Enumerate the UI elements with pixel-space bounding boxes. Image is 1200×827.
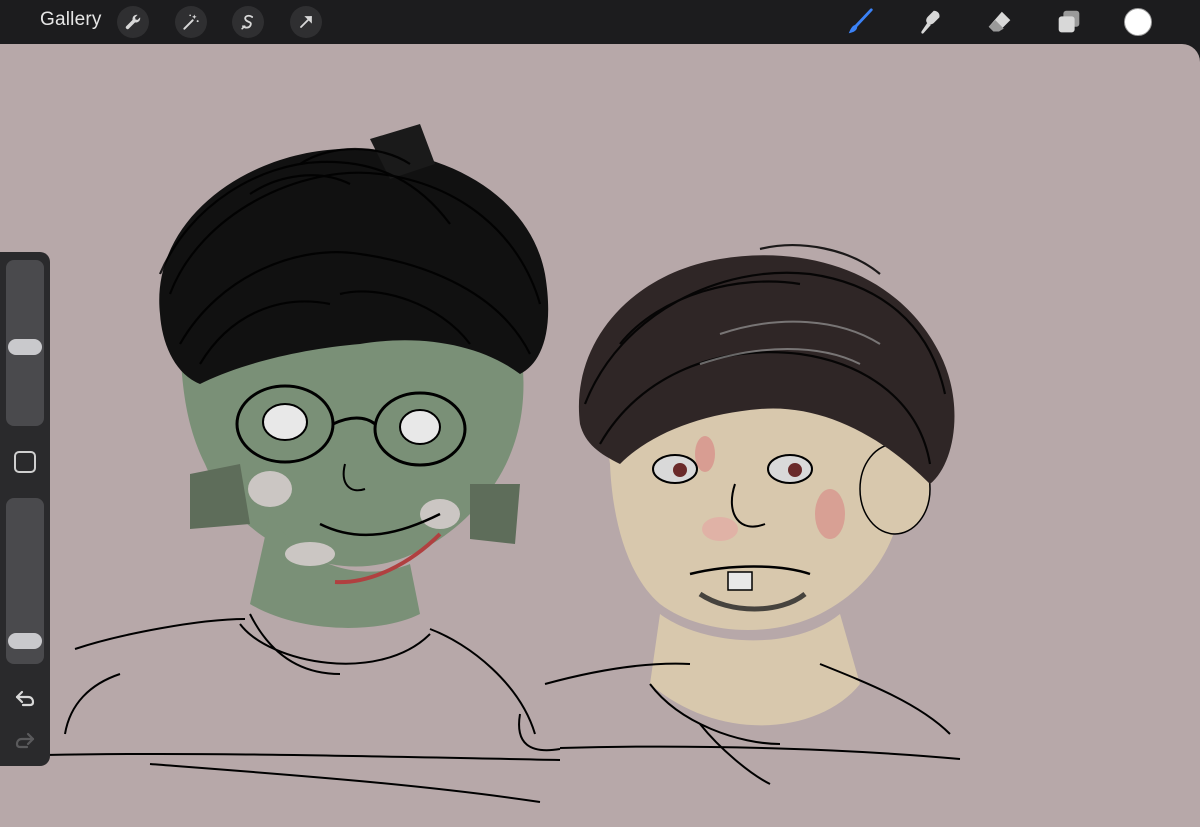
left-sidebar	[0, 252, 50, 766]
actions-button[interactable]	[117, 6, 149, 38]
layers-icon	[1058, 10, 1080, 33]
selection-button[interactable]	[232, 6, 264, 38]
eraser-tool-button[interactable]	[984, 6, 1016, 38]
transform-button[interactable]	[290, 6, 322, 38]
redo-icon	[15, 732, 35, 749]
top-toolbar: Gallery	[0, 0, 1200, 44]
undo-icon	[15, 690, 35, 707]
brush-size-slider[interactable]	[6, 260, 44, 426]
artwork[interactable]	[0, 44, 1200, 827]
opacity-slider[interactable]	[6, 498, 44, 664]
smudge-tool-button[interactable]	[914, 6, 946, 38]
brush-size-thumb[interactable]	[8, 339, 42, 356]
eraser-icon	[988, 11, 1011, 32]
smudge-icon	[921, 10, 940, 34]
layers-button[interactable]	[1053, 6, 1085, 38]
magic-wand-icon	[183, 14, 199, 30]
adjustments-button[interactable]	[175, 6, 207, 38]
brush-tool-button[interactable]	[844, 6, 876, 38]
brush-icon	[848, 8, 873, 34]
right-figure	[518, 244, 961, 785]
left-figure	[44, 124, 561, 803]
procreate-app: Gallery	[0, 0, 1200, 827]
wrench-icon	[125, 14, 141, 30]
opacity-thumb[interactable]	[8, 632, 42, 649]
modify-square-button[interactable]	[14, 451, 36, 473]
selection-s-icon	[241, 14, 254, 30]
undo-button[interactable]	[11, 686, 39, 710]
gallery-button[interactable]: Gallery	[40, 9, 102, 31]
color-picker-button[interactable]	[1124, 8, 1152, 36]
arrow-cursor-icon	[300, 16, 312, 28]
redo-button[interactable]	[11, 728, 39, 752]
